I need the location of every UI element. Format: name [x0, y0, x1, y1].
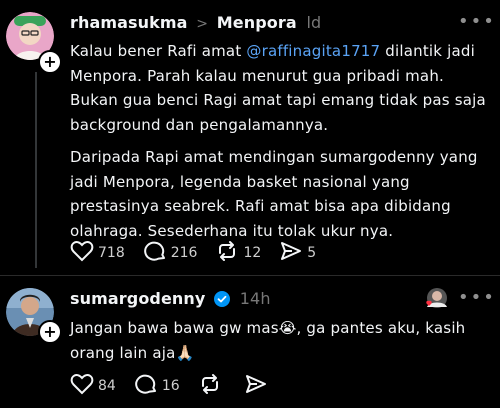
- avatar-sumargodenny[interactable]: +: [6, 288, 62, 344]
- paragraph-2: Daripada Rapi amat mendingan sumargodenn…: [70, 148, 478, 240]
- reply-target[interactable]: Menpora: [217, 13, 297, 32]
- share-button[interactable]: 5: [279, 240, 316, 266]
- chevron-right-icon: >: [196, 16, 209, 32]
- reply-count: 16: [161, 378, 180, 394]
- follow-plus-icon[interactable]: +: [38, 50, 62, 74]
- follow-plus-icon[interactable]: +: [38, 320, 62, 344]
- reply-button[interactable]: 216: [143, 240, 198, 266]
- post-body: Kalau bener Rafi amat @raffinagita1717 d…: [70, 39, 490, 243]
- share-button[interactable]: [244, 373, 272, 399]
- post-divider: [0, 275, 500, 276]
- post-time: 14h: [239, 289, 271, 308]
- like-button[interactable]: 718: [70, 240, 125, 266]
- repost-button[interactable]: 12: [215, 240, 261, 266]
- post-header: sumargodenny 14h: [70, 289, 271, 311]
- repost-icon: [198, 373, 226, 399]
- repost-count: 12: [243, 245, 262, 261]
- reply-count: 216: [170, 245, 198, 261]
- comment-icon: [143, 240, 171, 266]
- reply-button[interactable]: 16: [134, 373, 180, 399]
- avatar-rhamasukma[interactable]: +: [6, 12, 62, 74]
- like-count: 84: [98, 378, 116, 394]
- like-button[interactable]: 84: [70, 373, 116, 399]
- paragraph-1-start: Kalau bener Rafi amat: [70, 42, 247, 60]
- username[interactable]: sumargodenny: [70, 289, 205, 308]
- thread-line: [35, 72, 37, 268]
- mention-link[interactable]: @raffinagita1717: [246, 42, 380, 60]
- heart-icon: [70, 373, 98, 399]
- repost-button[interactable]: [198, 373, 226, 399]
- action-bar: 718 216 12 5: [70, 240, 334, 266]
- send-icon: [244, 373, 272, 399]
- like-count: 718: [98, 245, 125, 261]
- liked-by-author-avatar: [425, 287, 447, 309]
- send-icon: [279, 240, 307, 266]
- repost-icon: [215, 240, 243, 266]
- more-icon[interactable]: •••: [458, 11, 496, 32]
- username[interactable]: rhamasukma: [70, 13, 188, 32]
- action-bar: 84 16: [70, 373, 290, 399]
- post-body: Jangan bawa bawa gw mas😭, ga pantes aku,…: [70, 319, 466, 362]
- more-icon[interactable]: •••: [458, 287, 496, 308]
- post-header: rhamasukma > Menpora ld: [70, 13, 321, 32]
- post-time: ld: [306, 13, 322, 32]
- verified-badge-icon: [214, 291, 231, 311]
- heart-icon: [70, 240, 98, 266]
- comment-icon: [134, 373, 162, 399]
- paragraph-1: Kalau bener Rafi amat @raffinagita1717 d…: [70, 39, 490, 137]
- share-count: 5: [307, 245, 317, 261]
